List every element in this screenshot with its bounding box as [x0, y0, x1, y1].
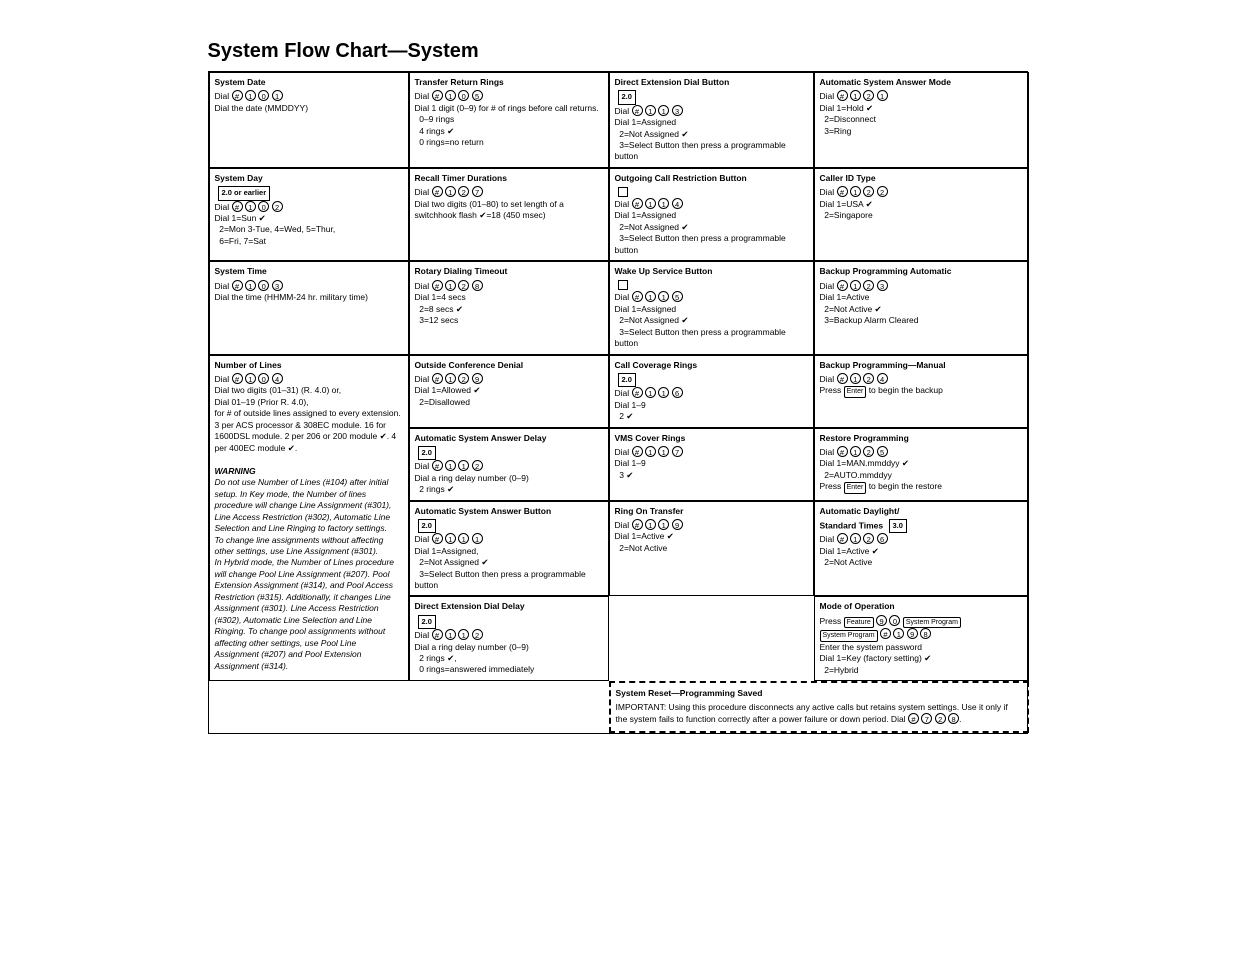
backup-auto-cell: Backup Programming Automatic Dial # 1 2 …: [814, 261, 1029, 354]
rotary-dialing-cell: Rotary Dialing Timeout Dial # 1 2 8 Dial…: [409, 261, 609, 354]
auto-daylight-cell: Automatic Daylight/ Standard Times 3.0 D…: [814, 501, 1029, 597]
number-of-lines-title: Number of Lines: [215, 360, 403, 371]
rotary-dialing-title: Rotary Dialing Timeout: [415, 266, 603, 277]
flow-chart: System Date Dial # 1 0 1 Dial the date (…: [208, 71, 1028, 734]
call-coverage-badge: 2.0: [618, 373, 636, 387]
mode-of-operation-cell: Mode of Operation Press Feature 9 0 Syst…: [814, 596, 1029, 681]
mode-of-operation-title: Mode of Operation: [820, 601, 1023, 612]
wake-up-service-cell: Wake Up Service Button Dial # 1 1 5 Dial…: [609, 261, 814, 354]
backup-manual-title: Backup Programming—Manual: [820, 360, 1023, 371]
auto-answer-button-cell: Automatic System Answer Button 2.0 Dial …: [409, 501, 609, 597]
system-day-title: System Day: [215, 173, 403, 184]
auto-daylight-title: Automatic Daylight/: [820, 506, 1023, 517]
vms-cover-rings-title: VMS Cover Rings: [615, 433, 808, 444]
transfer-return-rings-title: Transfer Return Rings: [415, 77, 603, 88]
outgoing-restriction-title: Outgoing Call Restriction Button: [615, 173, 808, 184]
direct-ext-button-cell: Direct Extension Dial Button 2.0 Dial # …: [609, 72, 814, 168]
page-title: System Flow Chart—System: [208, 40, 1028, 63]
system-date-title: System Date: [215, 77, 403, 88]
outgoing-restriction-cell: Outgoing Call Restriction Button Dial # …: [609, 168, 814, 261]
recall-timer-cell: Recall Timer Durations Dial # 1 2 7 Dial…: [409, 168, 609, 261]
feature-key: Feature: [844, 617, 874, 628]
ring-on-transfer-cell: Ring On Transfer Dial # 1 1 9 Dial 1=Act…: [609, 501, 814, 597]
auto-system-answer-mode-cell: Automatic System Answer Mode Dial # 1 2 …: [814, 72, 1029, 168]
system-reset-cell: System Reset—Programming Saved IMPORTANT…: [609, 681, 1029, 732]
auto-answer-delay-cell: Automatic System Answer Delay 2.0 Dial #…: [409, 428, 609, 501]
direct-ext-delay-cell: Direct Extension Dial Delay 2.0 Dial # 1…: [409, 596, 609, 680]
system-time-title: System Time: [215, 266, 403, 277]
direct-ext-delay-badge: 2.0: [418, 615, 436, 629]
caller-id-type-title: Caller ID Type: [820, 173, 1023, 184]
backup-manual-cell: Backup Programming—Manual Dial # 1 2 4 P…: [814, 355, 1029, 428]
system-day-cell: System Day 2.0 or earlier Dial # 1 0 2 D…: [209, 168, 409, 261]
auto-daylight-subtitle: Standard Times: [820, 520, 884, 530]
outside-conference-title: Outside Conference Denial: [415, 360, 603, 371]
number-of-lines-cell: Number of Lines Dial # 1 0 4 Dial two di…: [209, 355, 409, 682]
wakeup-checkbox: [618, 280, 628, 290]
backup-auto-title: Backup Programming Automatic: [820, 266, 1023, 277]
auto-answer-delay-title: Automatic System Answer Delay: [415, 433, 603, 444]
enter-key-restore: Enter: [844, 482, 867, 493]
system-date-cell: System Date Dial # 1 0 1 Dial the date (…: [209, 72, 409, 168]
restore-programming-title: Restore Programming: [820, 433, 1023, 444]
system-reset-title: System Reset—Programming Saved: [616, 688, 1022, 699]
warning-text: Do not use Number of Lines (#104) after …: [215, 477, 395, 671]
auto-answer-delay-badge: 2.0: [418, 446, 436, 460]
auto-answer-button-badge: 2.0: [418, 519, 436, 533]
wake-up-service-title: Wake Up Service Button: [615, 266, 808, 277]
system-program-key2: System Program: [820, 630, 878, 641]
direct-ext-button-title: Direct Extension Dial Button: [615, 77, 808, 88]
system-day-badge: 2.0 or earlier: [218, 186, 271, 200]
auto-daylight-badge: 3.0: [889, 519, 907, 533]
system-time-cell: System Time Dial # 1 0 3 Dial the time (…: [209, 261, 409, 354]
ring-on-transfer-title: Ring On Transfer: [615, 506, 808, 517]
call-coverage-rings-title: Call Coverage Rings: [615, 360, 808, 371]
transfer-return-rings-cell: Transfer Return Rings Dial # 1 0 5 Dial …: [409, 72, 609, 168]
warning-label: WARNING: [215, 466, 256, 476]
auto-answer-button-title: Automatic System Answer Button: [415, 506, 603, 517]
page: System Flow Chart—System System Date Dia…: [208, 40, 1028, 734]
outside-conference-cell: Outside Conference Denial Dial # 1 2 9 D…: [409, 355, 609, 428]
call-coverage-rings-cell: Call Coverage Rings 2.0 Dial # 1 1 6 Dia…: [609, 355, 814, 428]
vms-cover-rings-cell: VMS Cover Rings Dial # 1 1 7 Dial 1–9 3 …: [609, 428, 814, 501]
restore-programming-cell: Restore Programming Dial # 1 2 5 Dial 1=…: [814, 428, 1029, 501]
caller-id-type-cell: Caller ID Type Dial # 1 2 2 Dial 1=USA ✔…: [814, 168, 1029, 261]
direct-ext-delay-title: Direct Extension Dial Delay: [415, 601, 603, 612]
recall-timer-title: Recall Timer Durations: [415, 173, 603, 184]
enter-key-backup: Enter: [844, 386, 867, 397]
auto-system-answer-mode-title: Automatic System Answer Mode: [820, 77, 1023, 88]
restriction-checkbox: [618, 187, 628, 197]
direct-ext-badge: 2.0: [618, 90, 636, 104]
system-program-key1: System Program: [903, 617, 961, 628]
